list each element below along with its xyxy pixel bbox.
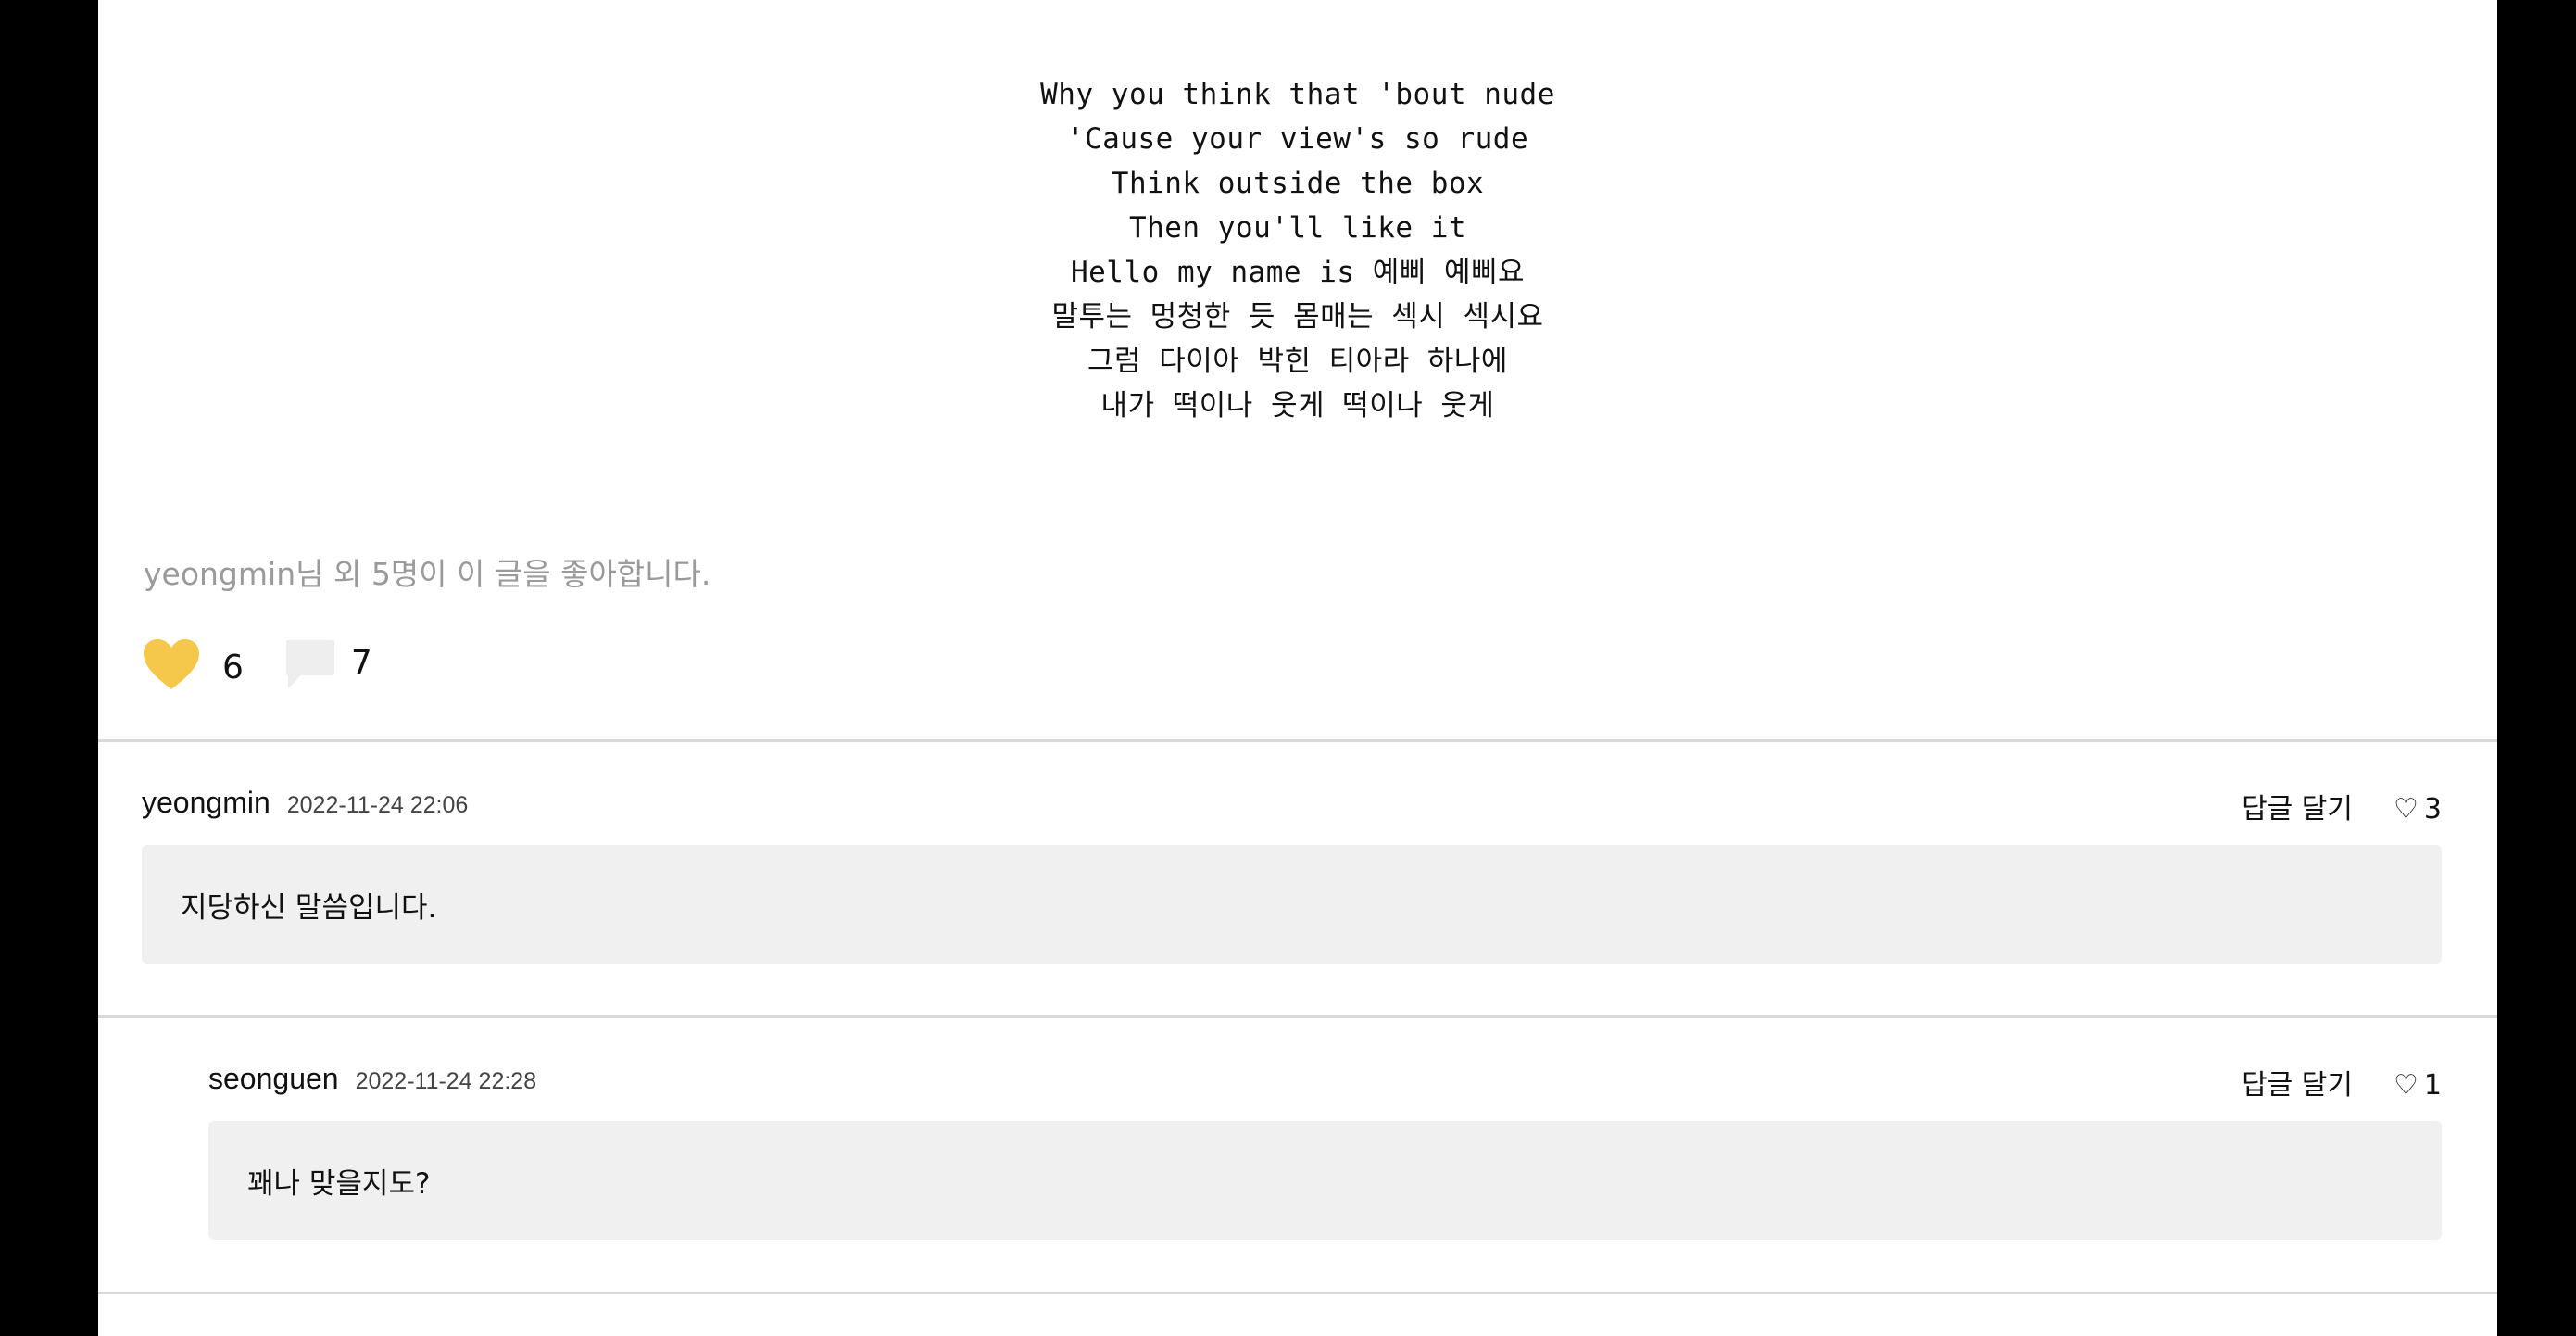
- comment-author[interactable]: yeongmin: [142, 786, 270, 820]
- heart-outline-icon: ♡: [2394, 793, 2419, 826]
- post-page: Why you think that 'bout nude 'Cause you…: [98, 0, 2497, 1336]
- lyric-line: 말투는 멍청한 듯 몸매는 섹시 섹시요: [1051, 300, 1544, 334]
- lyric-line: 내가 떡이나 웃게 떡이나 웃게: [1100, 389, 1495, 422]
- comment-actions: 답글 달기 ♡ 1: [2242, 1062, 2442, 1108]
- like-button[interactable]: [141, 634, 202, 695]
- post-stats: 6 7: [141, 632, 372, 697]
- reply-button[interactable]: 답글 달기: [2242, 1062, 2353, 1103]
- speech-bubble-icon: [285, 640, 334, 688]
- divider: [98, 1015, 2497, 1018]
- comment-body: 꽤나 맞을지도?: [208, 1121, 2442, 1240]
- heart-outline-icon: ♡: [2394, 1069, 2419, 1102]
- comment-count: 7: [350, 643, 372, 682]
- lyric-line: Think outside the box: [1111, 167, 1485, 200]
- comment-header: yeongmin 2022-11-24 22:06: [142, 786, 468, 832]
- lyric-line: Then you'll like it: [1128, 211, 1467, 245]
- comment-date: 2022-11-24 22:06: [286, 792, 469, 818]
- comment-like-button[interactable]: ♡ 1: [2394, 1069, 2442, 1102]
- like-count: 6: [222, 648, 244, 687]
- comment-like-count: 3: [2423, 793, 2442, 826]
- comment-like-button[interactable]: ♡ 3: [2394, 793, 2442, 826]
- comment-header: seonguen 2022-11-24 22:28: [208, 1062, 536, 1108]
- lyric-line: 'Cause your view's so rude: [1066, 122, 1529, 156]
- comment-button[interactable]: [283, 636, 338, 692]
- likes-summary[interactable]: yeongmin님 외 5명이 이 글을 좋아합니다.: [144, 549, 710, 594]
- comment-actions: 답글 달기 ♡ 3: [2242, 786, 2442, 832]
- comment-date: 2022-11-24 22:28: [355, 1068, 537, 1094]
- reply-button[interactable]: 답글 달기: [2242, 786, 2353, 826]
- lyric-line: 그럼 다이아 박힌 티아라 하나에: [1087, 345, 1508, 378]
- post-content: Why you think that 'bout nude 'Cause you…: [98, 72, 2497, 428]
- heart-icon: [144, 639, 199, 689]
- lyric-line: Hello my name is 예삐 예삐요: [1070, 256, 1526, 289]
- comment-like-count: 1: [2423, 1069, 2442, 1102]
- divider: [98, 1292, 2497, 1294]
- lyric-line: Why you think that 'bout nude: [1040, 78, 1555, 111]
- comment-body: 지당하신 말씀입니다.: [142, 845, 2442, 964]
- divider: [98, 739, 2497, 742]
- comment-author[interactable]: seonguen: [208, 1062, 339, 1096]
